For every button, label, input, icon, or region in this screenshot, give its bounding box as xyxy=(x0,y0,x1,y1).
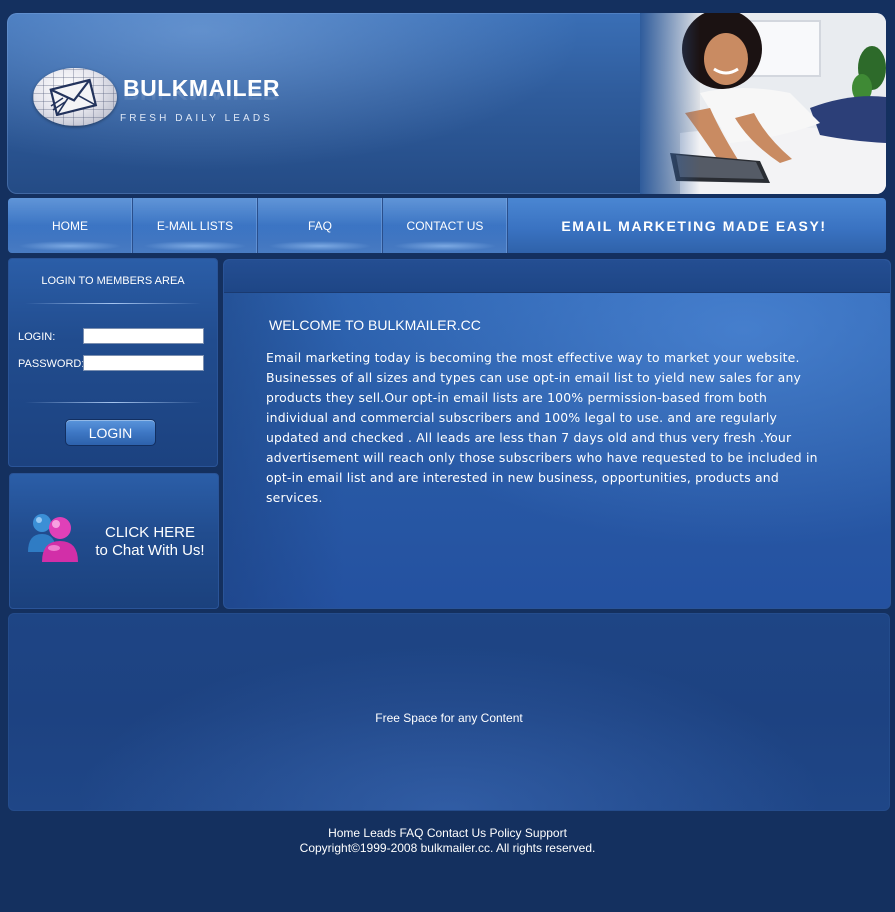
nav-home[interactable]: HOME xyxy=(8,198,133,253)
login-field[interactable] xyxy=(83,328,204,344)
login-button-label: LOGIN xyxy=(88,424,133,441)
login-button[interactable]: LOGIN xyxy=(65,419,156,446)
login-label: LOGIN: xyxy=(18,331,56,343)
main-nav: HOME E-MAIL LISTS FAQ CONTACT US EMAIL M… xyxy=(8,198,886,253)
intro-paragraph: Email marketing today is becoming the mo… xyxy=(266,350,818,505)
globe-mail-logo-icon xyxy=(33,68,117,126)
logo-title-reflection: BULKMAILER xyxy=(123,91,281,105)
footer-link-faq[interactable]: FAQ xyxy=(399,826,423,840)
nav-contact-us[interactable]: CONTACT US xyxy=(383,198,508,253)
logo-tagline: FRESH DAILY LEADS xyxy=(120,113,273,124)
chat-with-us-button[interactable]: CLICK HERE to Chat With Us! xyxy=(9,473,219,609)
main-topbar xyxy=(224,260,890,293)
nav-email-lists-label: E-MAIL LISTS xyxy=(156,218,234,233)
login-divider-top xyxy=(25,303,201,304)
login-panel: LOGIN TO MEMBERS AREA LOGIN: PASSWORD: L… xyxy=(8,258,218,467)
footer-link-policy[interactable]: Policy xyxy=(490,826,522,840)
login-divider-bottom xyxy=(25,402,201,403)
nav-slogan: EMAIL MARKETING MADE EASY! xyxy=(561,217,827,234)
login-panel-title: LOGIN TO MEMBERS AREA xyxy=(41,275,185,287)
nav-email-lists[interactable]: E-MAIL LISTS xyxy=(133,198,258,253)
nav-faq-label: FAQ xyxy=(307,218,332,233)
page-title: WELCOME TO BULKMAILER.CC xyxy=(269,317,481,333)
password-field[interactable] xyxy=(83,355,204,371)
nav-contact-us-label: CONTACT US xyxy=(406,218,484,233)
free-space-panel: Free Space for any Content xyxy=(8,613,890,811)
footer-links: Home Leads FAQ Contact Us Policy Support xyxy=(0,826,895,840)
footer-link-leads[interactable]: Leads xyxy=(363,826,396,840)
nav-faq[interactable]: FAQ xyxy=(258,198,383,253)
nav-home-label: HOME xyxy=(52,218,88,233)
site-header: BULKMAILER BULKMAILER FRESH DAILY LEADS xyxy=(7,13,886,194)
password-label: PASSWORD: xyxy=(18,358,85,370)
hero-photo xyxy=(640,13,886,194)
footer-link-home[interactable]: Home xyxy=(328,826,360,840)
chat-line2: to Chat With Us! xyxy=(95,542,205,559)
footer-link-contact-us[interactable]: Contact Us xyxy=(427,826,486,840)
chat-line1: CLICK HERE xyxy=(104,524,196,541)
main-content-panel: WELCOME TO BULKMAILER.CC Email marketing… xyxy=(223,259,891,609)
free-space-text: Free Space for any Content xyxy=(375,711,523,725)
footer-link-support[interactable]: Support xyxy=(525,826,567,840)
messenger-people-icon xyxy=(28,514,78,562)
copyright-text: Copyright©1999-2008 bulkmailer.cc. All r… xyxy=(299,841,596,855)
